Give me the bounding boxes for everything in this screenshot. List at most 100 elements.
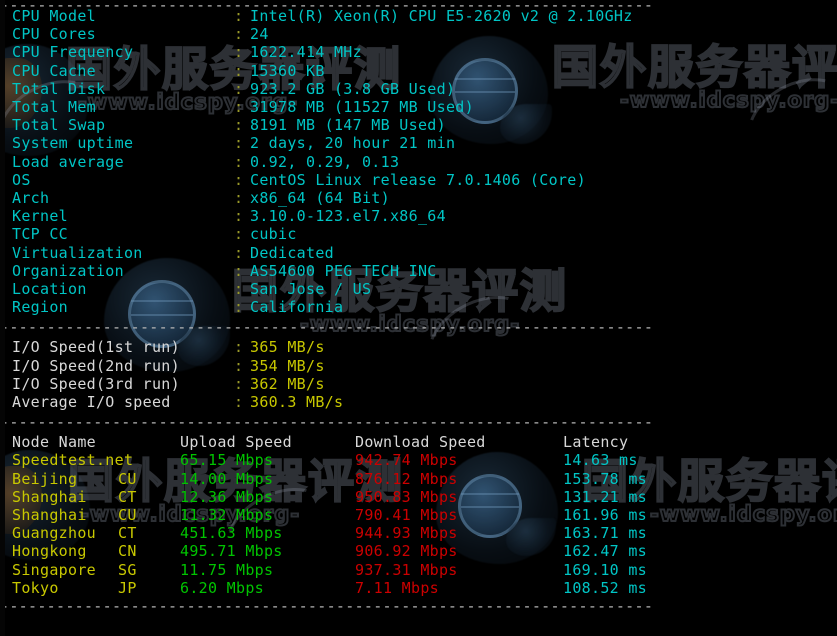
speedtest-latency: 153.78 ms [563, 469, 647, 488]
system-info-label: Kernel [12, 207, 68, 226]
system-info-label: OS [12, 170, 31, 189]
system-info-colon: : [234, 280, 244, 298]
terminal-window: 国外服务器评测 -www.idcspy.org- 国外服务器评测 -www.id… [0, 0, 837, 636]
speedtest-node-name: Hongkong [12, 542, 87, 561]
terminal-left-edge [0, 0, 5, 636]
system-info-value: Dedicated [250, 243, 334, 262]
speedtest-node-name: Shanghai [12, 506, 87, 524]
system-info-value: 0.92, 0.29, 0.13 [250, 152, 400, 171]
io-speed-colon: : [234, 374, 244, 393]
system-info-value: 8191 MB (147 MB Used) [250, 116, 446, 135]
system-info-value: 3.10.0-123.el7.x86_64 [250, 207, 446, 226]
separator-line: ----------------------------------------… [0, 597, 654, 615]
speedtest-node-isp: CU [118, 469, 137, 488]
speedtest-latency: 163.71 ms [563, 524, 647, 543]
speedtest-node-isp: CT [118, 487, 137, 506]
system-info-colon: : [234, 43, 244, 62]
speedtest-download-speed: 942.74 Mbps [355, 451, 458, 470]
io-speed-value: 365 MB/s [250, 338, 325, 357]
speedtest-upload-speed: 14.00 Mbps [180, 469, 274, 488]
system-info-label: Total Disk [12, 79, 106, 98]
terminal-content: ----------------------------------------… [0, 0, 837, 636]
speedtest-latency: 131.21 ms [563, 487, 647, 506]
system-info-value: California [250, 298, 344, 317]
system-info-value: AS54600 PEG TECH INC [250, 261, 437, 280]
speedtest-upload-speed: 451.63 Mbps [180, 524, 283, 543]
io-speed-colon: : [234, 338, 244, 357]
system-info-colon: : [234, 225, 244, 244]
speedtest-upload-speed: 11.75 Mbps [180, 560, 274, 579]
speedtest-node-name: Speedtest.net [12, 451, 134, 470]
system-info-colon: : [234, 170, 244, 189]
system-info-value: 923.2 GB (3.8 GB Used) [250, 79, 456, 98]
speedtest-node-isp: CU [118, 506, 137, 524]
io-speed-value: 362 MB/s [250, 374, 325, 393]
system-info-colon: : [234, 152, 244, 171]
system-info-label: Total Swap [12, 116, 106, 135]
system-info-label: CPU Model [12, 7, 96, 25]
speedtest-header-node: Node Name [12, 433, 96, 452]
io-speed-label: I/O Speed(3rd run) [12, 374, 180, 393]
speedtest-download-speed: 937.31 Mbps [355, 560, 458, 579]
speedtest-node-name: Shanghai [12, 487, 87, 506]
speedtest-node-isp: CT [118, 524, 137, 543]
system-info-colon: : [234, 98, 244, 116]
speedtest-download-speed: 7.11 Mbps [355, 578, 439, 597]
system-info-label: CPU Frequency [12, 43, 134, 62]
system-info-value: 2 days, 20 hour 21 min [250, 134, 456, 153]
speedtest-latency: 161.96 ms [563, 506, 647, 524]
system-info-colon: : [234, 261, 244, 280]
speedtest-upload-speed: 6.20 Mbps [180, 578, 264, 597]
io-speed-colon: : [234, 356, 244, 375]
system-info-label: Virtualization [12, 243, 143, 262]
system-info-label: Load average [12, 152, 124, 171]
speedtest-node-isp: SG [118, 560, 137, 579]
speedtest-node-isp: CN [118, 542, 137, 561]
system-info-colon: : [234, 116, 244, 135]
system-info-label: Total Mem [12, 98, 96, 116]
system-info-value: San Jose / US [250, 280, 372, 298]
speedtest-download-speed: 950.83 Mbps [355, 487, 458, 506]
system-info-colon: : [234, 134, 244, 153]
speedtest-header-download: Download Speed [355, 433, 486, 452]
system-info-label: System uptime [12, 134, 134, 153]
system-info-colon: : [234, 189, 244, 207]
system-info-colon: : [234, 243, 244, 262]
system-info-label: CPU Cores [12, 25, 96, 44]
system-info-value: CentOS Linux release 7.0.1406 (Core) [250, 170, 586, 189]
speedtest-node-name: Tokyo [12, 578, 59, 597]
system-info-colon: : [234, 61, 244, 80]
speedtest-upload-speed: 11.32 Mbps [180, 506, 274, 524]
system-info-value: cubic [250, 225, 297, 244]
system-info-value: x86_64 (64 Bit) [250, 189, 390, 207]
speedtest-latency: 108.52 ms [563, 578, 647, 597]
system-info-colon: : [234, 298, 244, 317]
system-info-label: Organization [12, 261, 124, 280]
io-speed-colon: : [234, 393, 244, 411]
io-speed-label: I/O Speed(1st run) [12, 338, 180, 357]
system-info-value: 31978 MB (11527 MB Used) [250, 98, 474, 116]
speedtest-node-isp: JP [118, 578, 137, 597]
io-speed-value: 360.3 MB/s [250, 393, 344, 411]
io-speed-label: I/O Speed(2nd run) [12, 356, 180, 375]
speedtest-latency: 14.63 ms [563, 451, 638, 470]
speedtest-node-name: Guangzhou [12, 524, 96, 543]
system-info-label: CPU Cache [12, 61, 96, 80]
system-info-label: Region [12, 298, 68, 317]
speedtest-download-speed: 944.93 Mbps [355, 524, 458, 543]
system-info-colon: : [234, 7, 244, 25]
speedtest-latency: 169.10 ms [563, 560, 647, 579]
speedtest-download-speed: 790.41 Mbps [355, 506, 458, 524]
system-info-label: Arch [12, 189, 50, 207]
speedtest-upload-speed: 65.15 Mbps [180, 451, 274, 470]
system-info-value: Intel(R) Xeon(R) CPU E5-2620 v2 @ 2.10GH… [250, 7, 633, 25]
io-speed-value: 354 MB/s [250, 356, 325, 375]
speedtest-node-name: Beijing [12, 469, 78, 488]
speedtest-node-name: Singapore [12, 560, 96, 579]
speedtest-header-latency: Latency [563, 433, 629, 452]
speedtest-download-speed: 906.92 Mbps [355, 542, 458, 561]
system-info-label: TCP CC [12, 225, 68, 244]
speedtest-header-upload: Upload Speed [180, 433, 292, 452]
speedtest-download-speed: 876.12 Mbps [355, 469, 458, 488]
system-info-value: 24 [250, 25, 269, 44]
